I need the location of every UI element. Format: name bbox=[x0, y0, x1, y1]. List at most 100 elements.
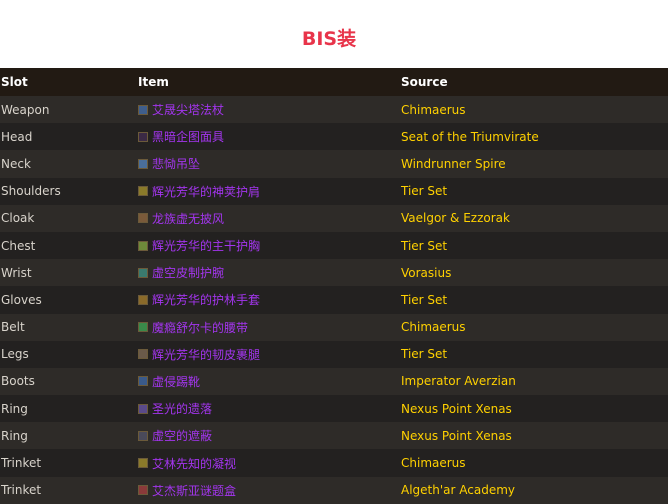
belt-icon bbox=[138, 322, 148, 333]
item-link[interactable]: 圣光的遗落 bbox=[152, 400, 212, 417]
source-cell: Tier Set bbox=[401, 293, 668, 307]
chest-icon bbox=[138, 240, 148, 251]
source-cell: Chimaerus bbox=[401, 320, 668, 334]
slot-cell: Belt bbox=[1, 320, 25, 335]
table-row: Trinket 艾林先知的凝视 Chimaerus bbox=[0, 449, 668, 477]
item-link[interactable]: 悲恸吊坠 bbox=[152, 155, 200, 172]
table-row: Ring 圣光的遗落 Nexus Point Xenas bbox=[0, 395, 668, 423]
source-link[interactable]: Chimaerus bbox=[401, 456, 466, 470]
table-row: Ring 虚空的遮蔽 Nexus Point Xenas bbox=[0, 422, 668, 450]
source-link[interactable]: Vorasius bbox=[401, 266, 451, 280]
header-item: Item bbox=[138, 75, 169, 89]
source-cell: Chimaerus bbox=[401, 103, 668, 117]
slot-cell: Trinket bbox=[1, 456, 42, 471]
item-cell: 辉光芳华的主干护胸 bbox=[138, 237, 401, 254]
source-cell: Imperator Averzian bbox=[401, 374, 668, 388]
source-cell: Windrunner Spire bbox=[401, 157, 668, 171]
item-cell: 龙族虚无披风 bbox=[138, 210, 401, 227]
item-link[interactable]: 辉光芳华的护林手套 bbox=[152, 291, 260, 308]
header-slot: Slot bbox=[1, 75, 28, 89]
item-link[interactable]: 辉光芳华的主干护胸 bbox=[152, 237, 260, 254]
item-link[interactable]: 魔瘾舒尔卡的腰带 bbox=[152, 319, 248, 336]
slot-cell: Neck bbox=[1, 156, 31, 171]
source-cell: Nexus Point Xenas bbox=[401, 402, 668, 416]
slot-cell: Wrist bbox=[1, 265, 32, 280]
table-row: Chest 辉光芳华的主干护胸 Tier Set bbox=[0, 231, 668, 260]
table-row: Weapon 艾晟尖塔法杖 Chimaerus bbox=[0, 96, 668, 124]
item-cell: 辉光芳华的护林手套 bbox=[138, 291, 401, 308]
item-link[interactable]: 虚侵踢靴 bbox=[152, 373, 200, 390]
table-row: Gloves 辉光芳华的护林手套 Tier Set bbox=[0, 286, 668, 314]
gloves-icon bbox=[138, 294, 148, 305]
source-cell: Vorasius bbox=[401, 266, 668, 280]
slot-cell: Shoulders bbox=[1, 184, 61, 199]
source-cell: Algeth'ar Academy bbox=[401, 483, 668, 497]
table-row: Neck 悲恸吊坠 Windrunner Spire bbox=[0, 150, 668, 178]
source-cell: Seat of the Triumvirate bbox=[401, 130, 668, 144]
source-link[interactable]: Seat of the Triumvirate bbox=[401, 130, 539, 144]
page-title: BIS装 bbox=[301, 28, 357, 50]
item-link[interactable]: 艾杰斯亚谜题盒 bbox=[152, 482, 236, 499]
item-cell: 虚空皮制护腕 bbox=[138, 264, 401, 281]
item-cell: 虚侵踢靴 bbox=[138, 373, 401, 390]
header-source: Source bbox=[401, 75, 448, 89]
item-link[interactable]: 辉光芳华的神荚护肩 bbox=[152, 183, 260, 200]
source-link[interactable]: Algeth'ar Academy bbox=[401, 483, 515, 497]
source-cell: Tier Set bbox=[401, 184, 668, 198]
table-header: Slot Item Source bbox=[0, 68, 668, 96]
mask-icon bbox=[138, 131, 148, 142]
source-link[interactable]: Tier Set bbox=[401, 347, 447, 361]
source-cell: Nexus Point Xenas bbox=[401, 429, 668, 443]
ring-icon bbox=[138, 430, 148, 441]
table-row: Legs 辉光芳华的韧皮裹腿 Tier Set bbox=[0, 340, 668, 368]
item-cell: 艾杰斯亚谜题盒 bbox=[138, 482, 401, 499]
slot-cell: Head bbox=[1, 129, 33, 144]
source-link[interactable]: Tier Set bbox=[401, 293, 447, 307]
boots-icon bbox=[138, 376, 148, 387]
slot-cell: Chest bbox=[1, 238, 36, 253]
item-link[interactable]: 虚空的遮蔽 bbox=[152, 427, 212, 444]
source-link[interactable]: Tier Set bbox=[401, 184, 447, 198]
ring-icon bbox=[138, 403, 148, 414]
slot-cell: Trinket bbox=[1, 483, 42, 498]
table-row: Boots 虚侵踢靴 Imperator Averzian bbox=[0, 367, 668, 396]
source-link[interactable]: Imperator Averzian bbox=[401, 374, 516, 388]
table-row: Shoulders 辉光芳华的神荚护肩 Tier Set bbox=[0, 177, 668, 205]
slot-cell: Boots bbox=[1, 374, 35, 389]
source-link[interactable]: Tier Set bbox=[401, 239, 447, 253]
table-row: Belt 魔瘾舒尔卡的腰带 Chimaerus bbox=[0, 313, 668, 341]
item-cell: 辉光芳华的韧皮裹腿 bbox=[138, 346, 401, 363]
slot-cell: Cloak bbox=[1, 211, 35, 226]
item-cell: 艾林先知的凝视 bbox=[138, 455, 401, 472]
table-row: Head 黑暗企图面具 Seat of the Triumvirate bbox=[0, 123, 668, 151]
item-cell: 艾晟尖塔法杖 bbox=[138, 101, 401, 118]
source-link[interactable]: Chimaerus bbox=[401, 320, 466, 334]
bis-table: Slot Item Source Weapon 艾晟尖塔法杖 Chimaerus He… bbox=[0, 68, 668, 504]
slot-cell: Gloves bbox=[1, 292, 42, 307]
item-link[interactable]: 龙族虚无披风 bbox=[152, 210, 224, 227]
source-link[interactable]: Nexus Point Xenas bbox=[401, 429, 512, 443]
table-row: Trinket 艾杰斯亚谜题盒 Algeth'ar Academy bbox=[0, 476, 668, 504]
source-link[interactable]: Windrunner Spire bbox=[401, 157, 506, 171]
item-link[interactable]: 艾晟尖塔法杖 bbox=[152, 101, 224, 118]
source-cell: Vaelgor & Ezzorak bbox=[401, 211, 668, 225]
item-link[interactable]: 辉光芳华的韧皮裹腿 bbox=[152, 346, 260, 363]
item-link[interactable]: 艾林先知的凝视 bbox=[152, 455, 236, 472]
trinket-icon bbox=[138, 485, 148, 496]
amulet-icon bbox=[138, 158, 148, 169]
source-cell: Tier Set bbox=[401, 347, 668, 361]
legs-icon bbox=[138, 349, 148, 360]
item-link[interactable]: 虚空皮制护腕 bbox=[152, 264, 224, 281]
shoulder-icon bbox=[138, 186, 148, 197]
source-link[interactable]: Vaelgor & Ezzorak bbox=[401, 211, 510, 225]
item-cell: 虚空的遮蔽 bbox=[138, 427, 401, 444]
item-link[interactable]: 黑暗企图面具 bbox=[152, 128, 224, 145]
item-cell: 辉光芳华的神荚护肩 bbox=[138, 183, 401, 200]
item-cell: 魔瘾舒尔卡的腰带 bbox=[138, 319, 401, 336]
source-cell: Chimaerus bbox=[401, 456, 668, 470]
item-cell: 悲恸吊坠 bbox=[138, 155, 401, 172]
trinket-icon bbox=[138, 458, 148, 469]
source-link[interactable]: Chimaerus bbox=[401, 103, 466, 117]
source-link[interactable]: Nexus Point Xenas bbox=[401, 402, 512, 416]
slot-cell: Legs bbox=[1, 347, 29, 362]
